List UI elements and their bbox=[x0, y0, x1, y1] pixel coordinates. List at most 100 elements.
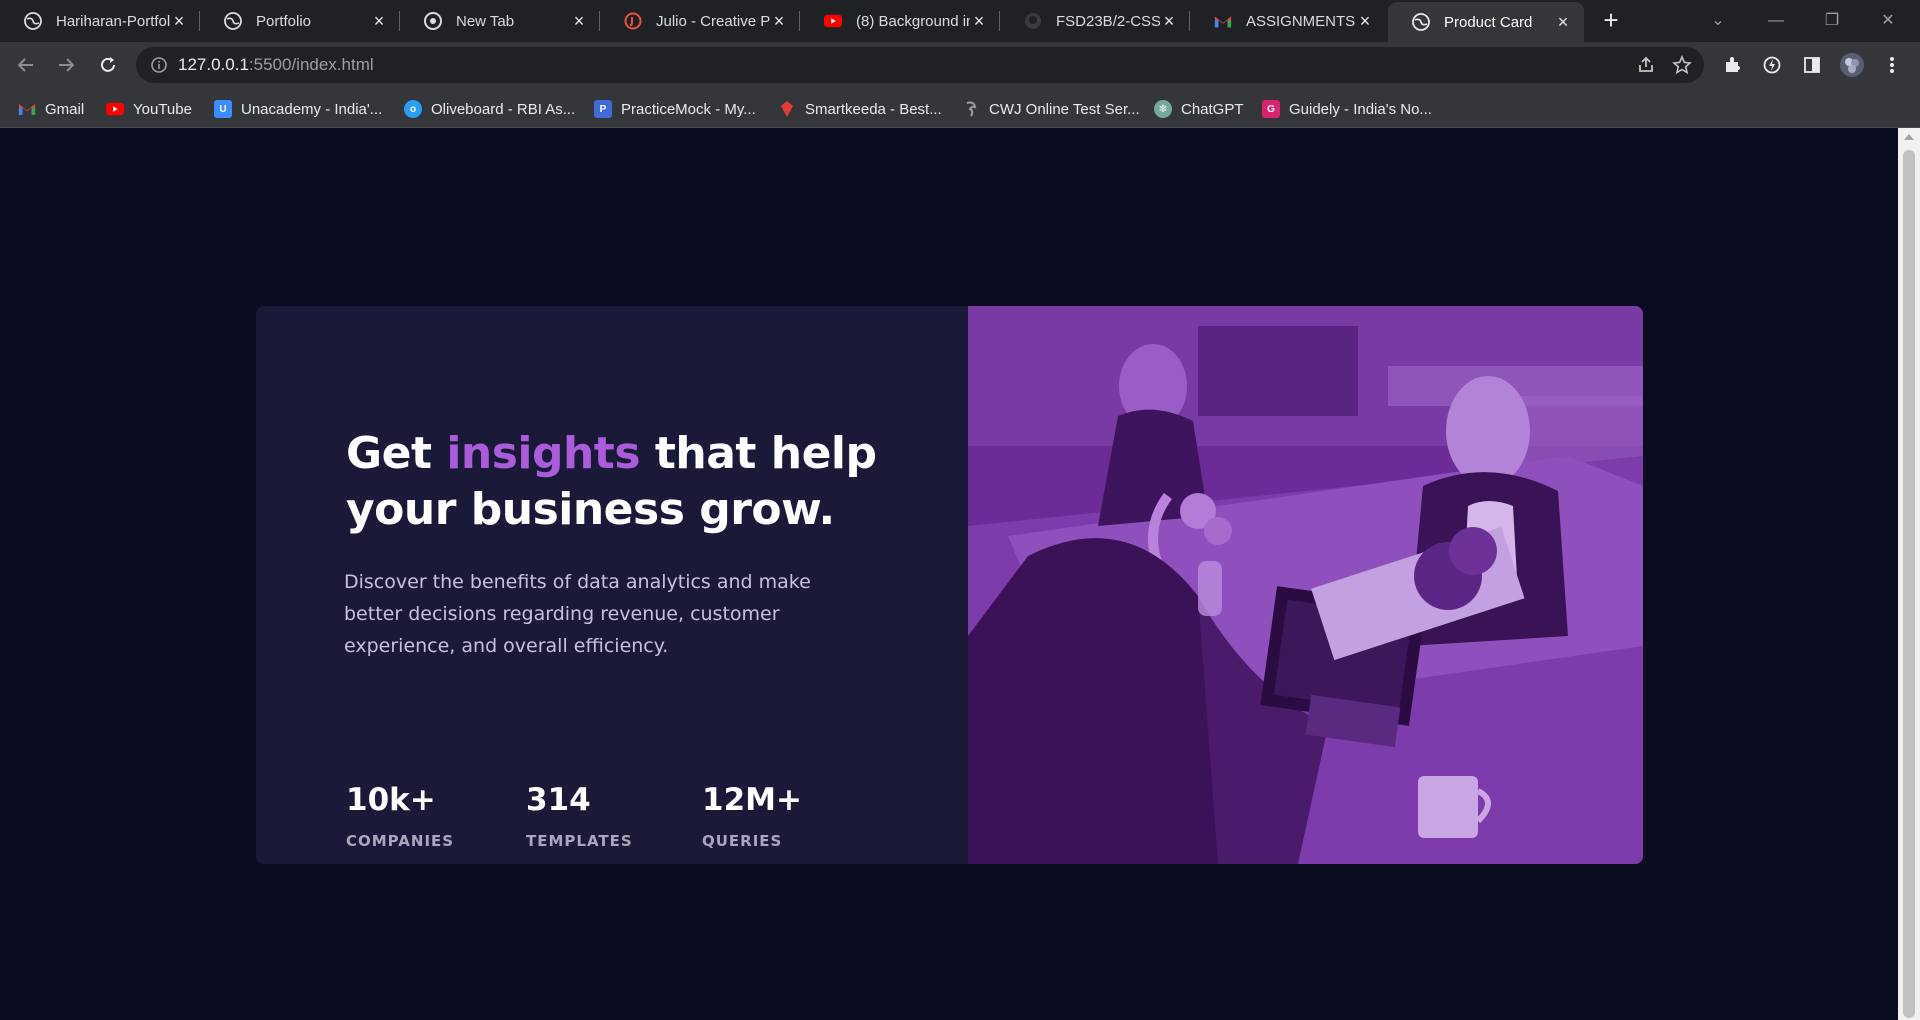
performance-icon[interactable] bbox=[1758, 51, 1786, 79]
reload-icon[interactable] bbox=[94, 51, 122, 79]
bookmark-oliveboard[interactable]: o Oliveboard - RBI As... bbox=[404, 98, 575, 120]
cwj-icon bbox=[962, 100, 980, 118]
tab-label: ASSIGNMENTS - l bbox=[1246, 12, 1356, 30]
tab-portfolio[interactable]: Portfolio × bbox=[200, 0, 400, 42]
bookmark-label: CWJ Online Test Ser... bbox=[989, 100, 1140, 118]
stat-label: TEMPLATES bbox=[526, 832, 633, 850]
globe-icon bbox=[1412, 13, 1430, 31]
url-host: 127.0.0.1 bbox=[178, 55, 249, 74]
forward-icon[interactable] bbox=[52, 51, 80, 79]
chatgpt-icon: ✻ bbox=[1154, 100, 1172, 118]
tab-julio[interactable]: Julio - Creative Pc × bbox=[600, 0, 800, 42]
side-panel-icon[interactable] bbox=[1798, 51, 1826, 79]
bookmark-label: Smartkeeda - Best... bbox=[805, 100, 942, 118]
stat-value: 314 bbox=[526, 782, 591, 818]
tab-close-icon[interactable]: × bbox=[370, 12, 388, 30]
julio-icon bbox=[624, 12, 642, 30]
card-image-office-team bbox=[968, 306, 1643, 864]
page-viewport: Get insights that help your business gro… bbox=[0, 128, 1898, 1020]
gmail-icon bbox=[18, 100, 36, 118]
card-headline: Get insights that help your business gro… bbox=[346, 426, 906, 538]
stat-value: 10k+ bbox=[346, 782, 436, 818]
card-description: Discover the benefits of data analytics … bbox=[344, 571, 811, 657]
minimize-icon[interactable]: — bbox=[1754, 6, 1798, 36]
tab-search-icon[interactable]: ⌄ bbox=[1696, 6, 1740, 36]
bookmark-star-icon[interactable] bbox=[1672, 55, 1692, 80]
tab-close-icon[interactable]: × bbox=[570, 12, 588, 30]
tab-close-icon[interactable]: × bbox=[170, 12, 188, 30]
headline-accent: insights bbox=[446, 428, 641, 479]
stat-queries: 12M+ QUERIES bbox=[702, 782, 802, 850]
guidely-icon: G bbox=[1262, 100, 1280, 118]
tab-label: Hariharan-Portfol bbox=[56, 12, 170, 30]
url-text: 127.0.0.1:5500/index.html bbox=[178, 55, 374, 75]
tab-close-icon[interactable]: × bbox=[970, 12, 988, 30]
bookmark-practicemock[interactable]: P PracticeMock - My... bbox=[594, 98, 756, 120]
bookmark-label: Guidely - India's No... bbox=[1289, 100, 1432, 118]
youtube-icon bbox=[106, 100, 124, 118]
avatar[interactable] bbox=[1838, 51, 1866, 79]
bookmark-guidely[interactable]: G Guidely - India's No... bbox=[1262, 98, 1432, 120]
tab-close-icon[interactable]: × bbox=[1356, 12, 1374, 30]
back-icon[interactable] bbox=[12, 51, 40, 79]
site-info-icon[interactable] bbox=[150, 56, 168, 74]
bookmark-chatgpt[interactable]: ✻ ChatGPT bbox=[1154, 98, 1244, 120]
bookmark-cwj[interactable]: CWJ Online Test Ser... bbox=[962, 98, 1140, 120]
tab-product-card[interactable]: Product Card × bbox=[1388, 2, 1584, 42]
tab-label: Product Card bbox=[1444, 13, 1533, 31]
stat-templates: 314 TEMPLATES bbox=[526, 782, 633, 850]
gmail-icon bbox=[1214, 12, 1232, 30]
stat-companies: 10k+ COMPANIES bbox=[346, 782, 454, 850]
bookmark-label: ChatGPT bbox=[1181, 100, 1244, 118]
stat-label: COMPANIES bbox=[346, 832, 455, 850]
bookmark-label: Gmail bbox=[45, 100, 85, 118]
tab-github[interactable]: FSD23B/2-CSS/1C × bbox=[1000, 0, 1190, 42]
globe-icon bbox=[224, 12, 242, 30]
scroll-up-icon[interactable] bbox=[1904, 134, 1914, 140]
bookmark-gmail[interactable]: Gmail bbox=[18, 98, 84, 120]
bookmark-label: PracticeMock - My... bbox=[621, 100, 756, 118]
bookmark-smartkeeda[interactable]: Smartkeeda - Best... bbox=[778, 98, 942, 120]
oliveboard-icon: o bbox=[404, 100, 422, 118]
github-icon bbox=[1024, 12, 1042, 30]
share-icon[interactable] bbox=[1636, 55, 1656, 80]
bookmark-label: Unacademy - India'... bbox=[241, 100, 383, 118]
tab-background[interactable]: (8) Background in × bbox=[800, 0, 1000, 42]
tab-assignments[interactable]: ASSIGNMENTS - l × bbox=[1190, 0, 1386, 42]
tab-label: New Tab bbox=[456, 12, 515, 30]
new-tab-button[interactable]: + bbox=[1598, 7, 1624, 34]
restore-icon[interactable]: ❐ bbox=[1810, 6, 1854, 36]
tab-label: Portfolio bbox=[256, 12, 312, 30]
bookmark-label: Oliveboard - RBI As... bbox=[431, 100, 576, 118]
stat-label: QUERIES bbox=[702, 832, 783, 850]
close-window-icon[interactable]: ✕ bbox=[1866, 6, 1910, 36]
tab-strip: Hariharan-Portfol × Portfolio × New Tab … bbox=[0, 0, 1920, 42]
tab-close-icon[interactable]: × bbox=[1160, 12, 1178, 30]
tab-label: FSD23B/2-CSS/1C bbox=[1056, 12, 1160, 30]
tab-label: Julio - Creative Pc bbox=[656, 12, 770, 30]
address-bar[interactable]: 127.0.0.1:5500/index.html bbox=[136, 47, 1704, 83]
office-photo-illustration bbox=[968, 306, 1643, 864]
page-scrollbar[interactable] bbox=[1898, 128, 1920, 1020]
tab-close-icon[interactable]: × bbox=[770, 12, 788, 30]
menu-kebab-icon[interactable] bbox=[1878, 51, 1906, 79]
tab-close-icon[interactable]: × bbox=[1554, 13, 1572, 31]
youtube-icon bbox=[824, 12, 842, 30]
product-card: Get insights that help your business gro… bbox=[256, 306, 1643, 864]
card-content: Get insights that help your business gro… bbox=[256, 306, 968, 864]
bookmark-label: YouTube bbox=[133, 100, 192, 118]
scrollbar-thumb[interactable] bbox=[1903, 150, 1915, 1018]
tab-label: (8) Background in bbox=[856, 12, 970, 30]
bookmarks-bar: Gmail YouTube U Unacademy - India'... o … bbox=[0, 88, 1920, 128]
bookmark-youtube[interactable]: YouTube bbox=[106, 98, 192, 120]
browser-toolbar: 127.0.0.1:5500/index.html bbox=[0, 42, 1920, 88]
globe-icon bbox=[24, 12, 42, 30]
chrome-icon bbox=[424, 12, 442, 30]
tab-hariharan-portfolio[interactable]: Hariharan-Portfol × bbox=[0, 0, 200, 42]
practicemock-icon: P bbox=[594, 100, 612, 118]
unacademy-icon: U bbox=[214, 100, 232, 118]
bookmark-unacademy[interactable]: U Unacademy - India'... bbox=[214, 98, 382, 120]
smartkeeda-icon bbox=[778, 100, 796, 118]
tab-new-tab[interactable]: New Tab × bbox=[400, 0, 600, 42]
extensions-icon[interactable] bbox=[1718, 51, 1746, 79]
